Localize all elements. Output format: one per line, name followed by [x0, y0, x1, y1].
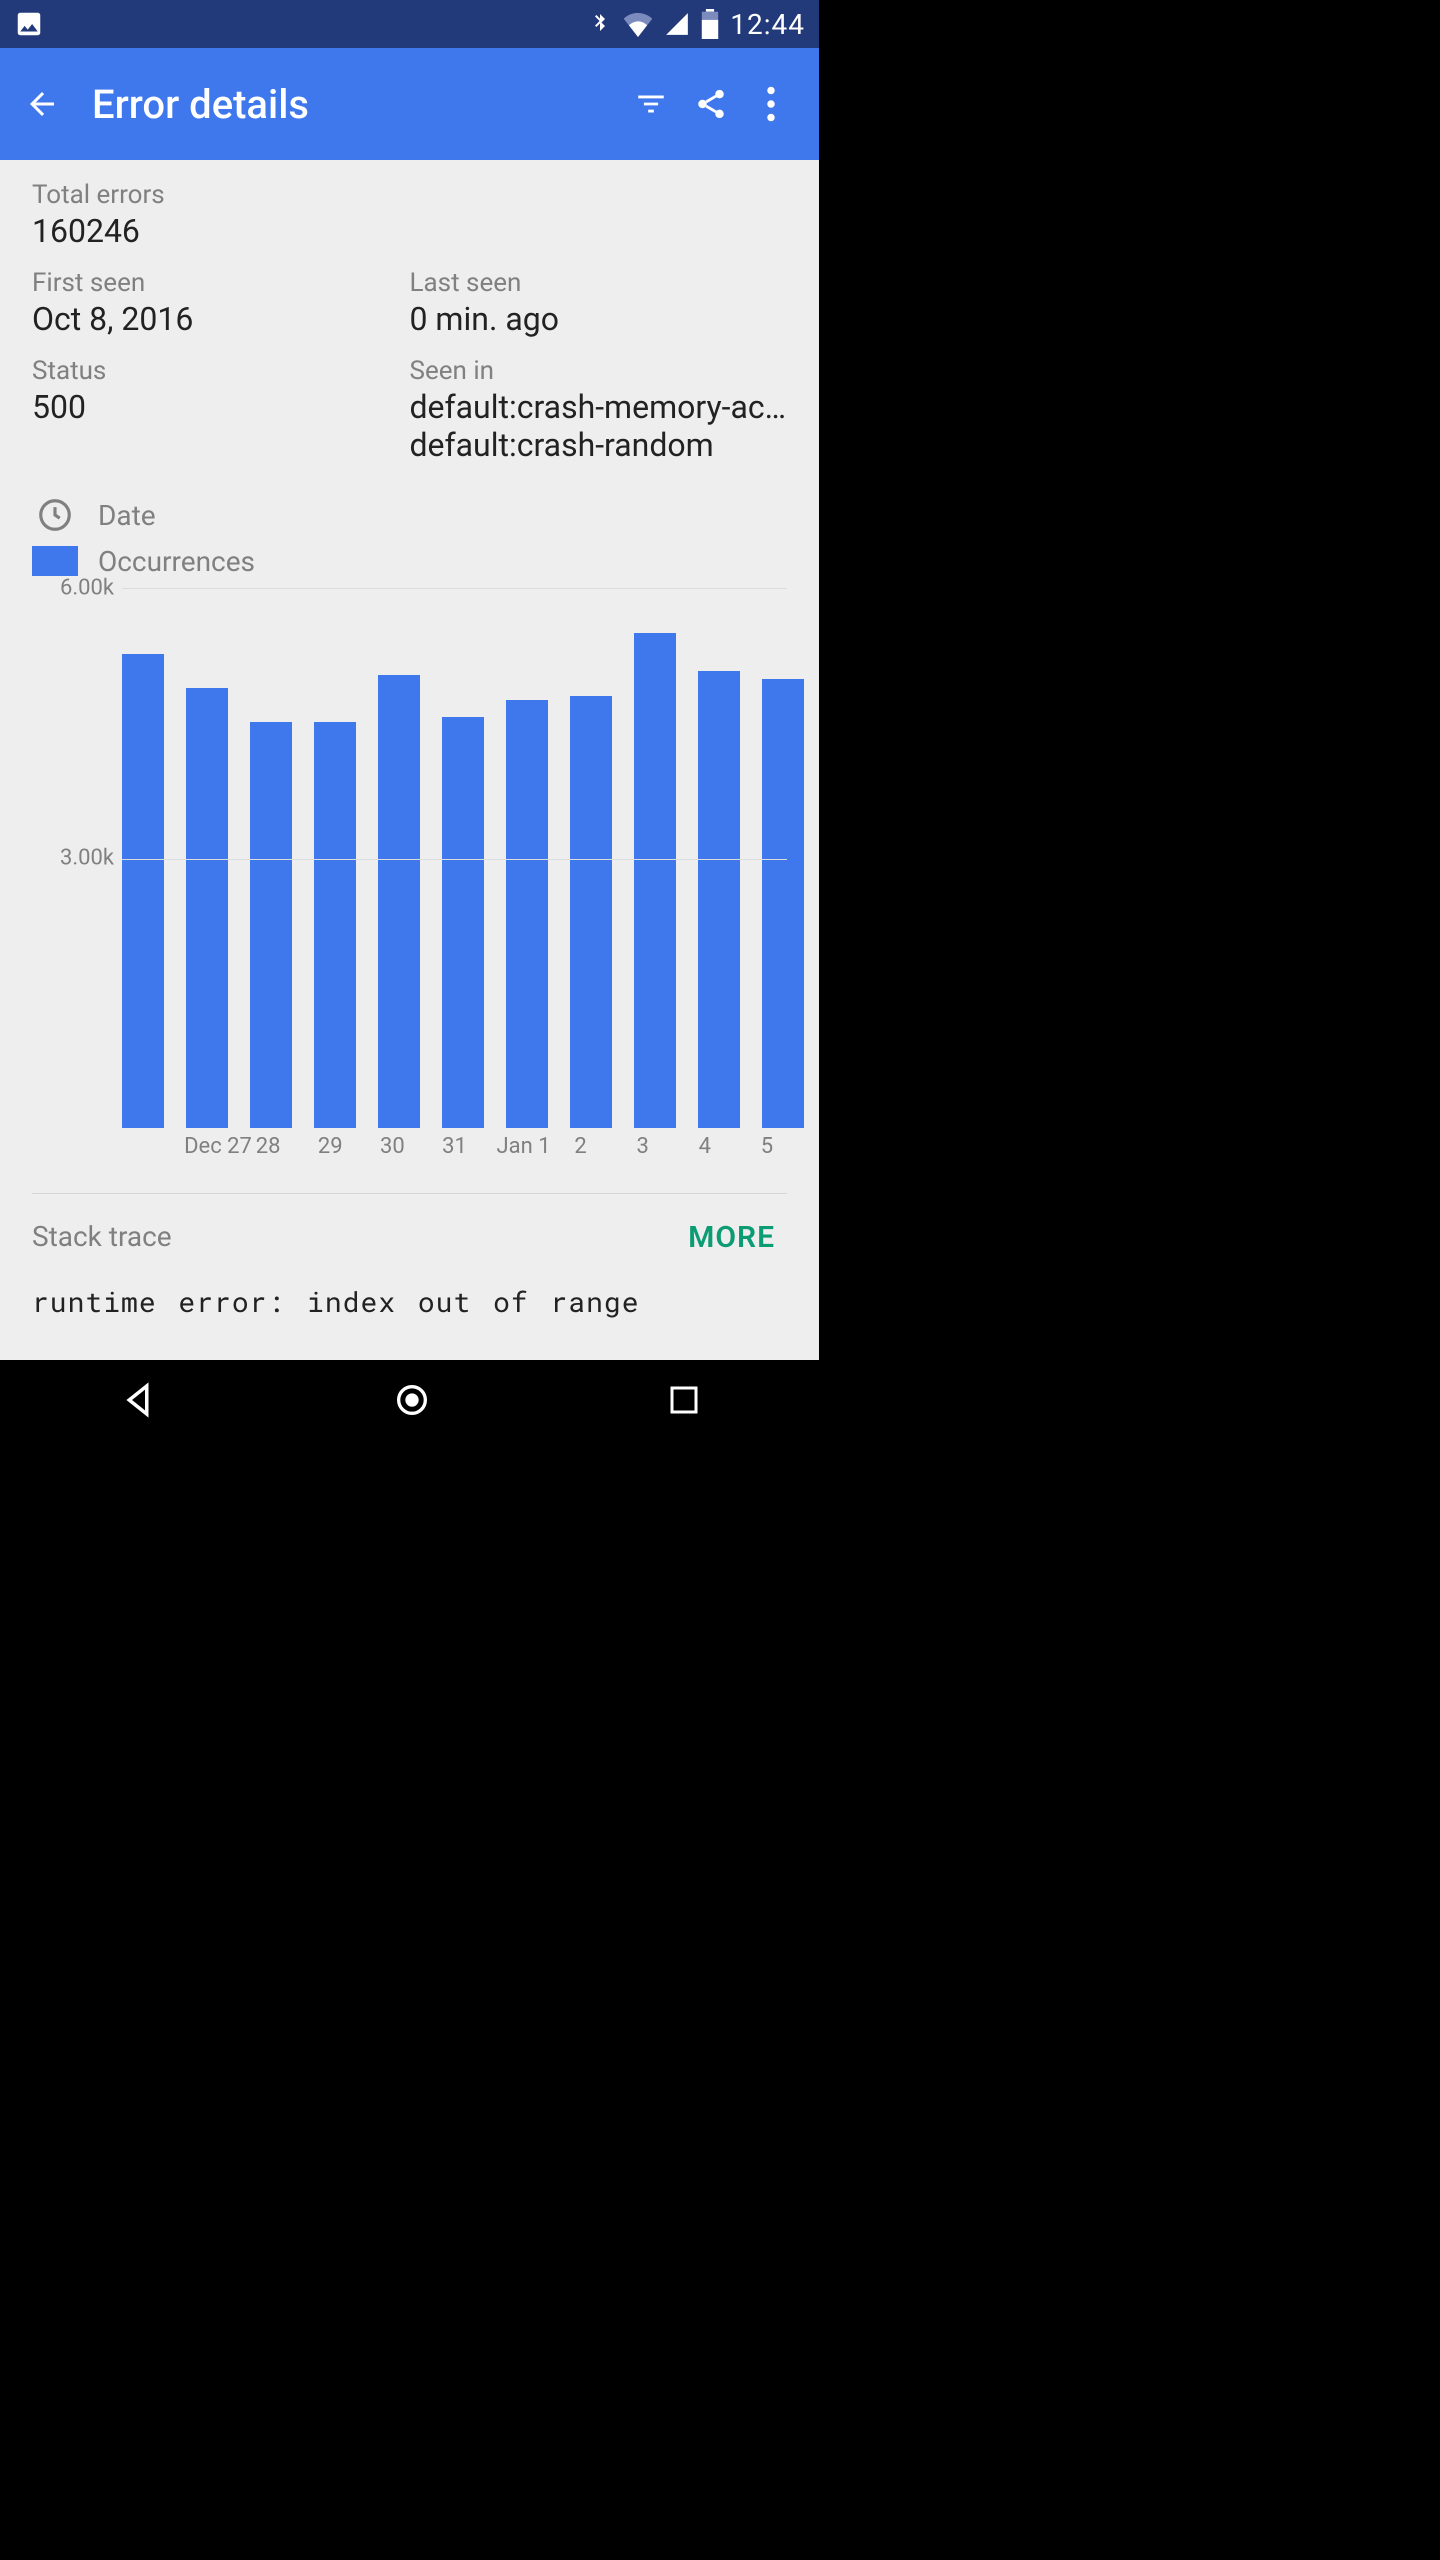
x-tick: 29 [310, 1134, 350, 1159]
chart-legend: Date Occurrences [32, 492, 787, 584]
signal-icon [664, 11, 690, 37]
last-seen-label: Last seen [410, 268, 788, 298]
bar [698, 671, 740, 1128]
bar [762, 679, 804, 1128]
x-tick: 3 [623, 1134, 663, 1159]
bluetooth-icon [588, 9, 612, 39]
filter-button[interactable] [621, 74, 681, 134]
bar [378, 675, 420, 1128]
bar [506, 700, 548, 1128]
content: Total errors 160246 First seen Oct 8, 20… [0, 160, 819, 1360]
x-tick: Dec 27 [184, 1134, 226, 1159]
nav-recents-button[interactable] [666, 1382, 702, 1418]
last-seen-value: 0 min. ago [410, 300, 788, 338]
bar [570, 696, 612, 1128]
total-errors-label: Total errors [32, 180, 787, 210]
back-button[interactable] [18, 80, 66, 128]
x-tick: 31 [434, 1134, 474, 1159]
x-tick: 5 [747, 1134, 787, 1159]
system-nav-bar [0, 1360, 819, 1440]
wifi-icon [622, 11, 654, 37]
x-tick: 28 [248, 1134, 288, 1159]
bar [442, 717, 484, 1128]
nav-back-button[interactable] [117, 1379, 159, 1421]
app-bar: Error details [0, 48, 819, 160]
occurrences-chart: 6.00k3.00k Dec 2728293031Jan 12345 [32, 588, 787, 1159]
gridline [122, 859, 787, 860]
y-tick: 6.00k [60, 576, 114, 601]
x-tick: 2 [561, 1134, 601, 1159]
clock-icon [32, 498, 78, 532]
first-seen-value: Oct 8, 2016 [32, 300, 410, 338]
status-value: 500 [32, 388, 410, 426]
legend-occurrences-label: Occurrences [98, 545, 255, 578]
nav-home-button[interactable] [392, 1380, 432, 1420]
seen-in-value-1: default:crash-memory-acces… [410, 388, 788, 426]
seen-in-label: Seen in [410, 356, 788, 386]
status-label: Status [32, 356, 410, 386]
x-tick [122, 1134, 162, 1159]
bar [250, 722, 292, 1128]
legend-date-label: Date [98, 499, 156, 532]
more-button[interactable]: MORE [676, 1212, 787, 1263]
bar [314, 722, 356, 1128]
stack-trace-label: Stack trace [32, 1220, 676, 1253]
y-tick: 3.00k [60, 846, 114, 871]
bar [186, 688, 228, 1128]
total-errors-value: 160246 [32, 212, 787, 250]
x-tick: 4 [685, 1134, 725, 1159]
bar [122, 654, 164, 1128]
seen-in-value-2: default:crash-random [410, 426, 788, 464]
bar [634, 633, 676, 1128]
x-tick: 30 [372, 1134, 412, 1159]
divider [32, 1193, 787, 1194]
page-title: Error details [66, 81, 621, 128]
status-clock: 12:44 [730, 8, 805, 41]
stack-trace-text: runtime error: index out of range [32, 1283, 787, 1320]
image-icon [14, 9, 44, 39]
overflow-button[interactable] [741, 74, 801, 134]
battery-icon [700, 9, 720, 39]
x-tick: Jan 1 [497, 1134, 539, 1159]
share-button[interactable] [681, 74, 741, 134]
occurrences-swatch [32, 544, 78, 578]
first-seen-label: First seen [32, 268, 410, 298]
status-bar: 12:44 [0, 0, 819, 48]
